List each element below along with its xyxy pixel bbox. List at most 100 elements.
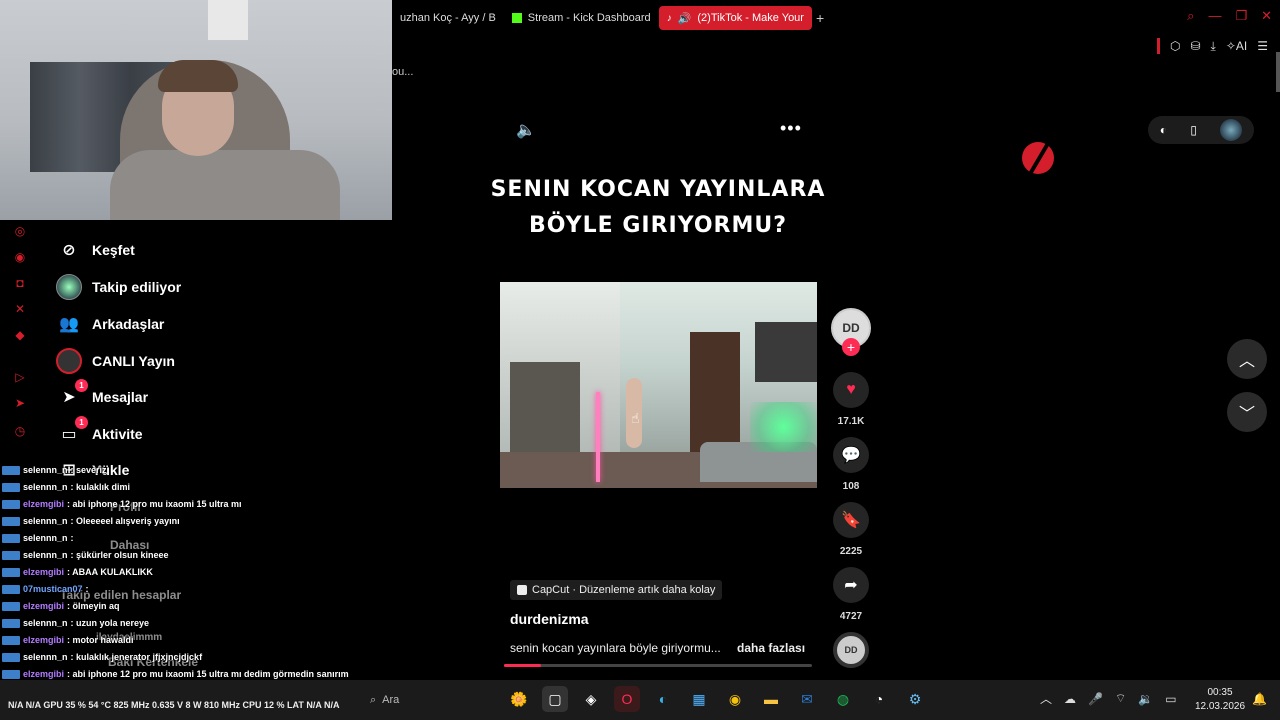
- maximize-icon[interactable]: ❐: [1235, 8, 1247, 24]
- chat-line: selennn_n: kulaklık dimi: [2, 479, 130, 495]
- new-tab-icon[interactable]: +: [816, 10, 824, 26]
- steam-icon[interactable]: ⚙: [902, 686, 928, 712]
- mobile-icon[interactable]: ▯: [1190, 123, 1197, 137]
- edge-icon[interactable]: ◐: [650, 686, 676, 712]
- messenger-icon[interactable]: ◎: [13, 224, 27, 238]
- chat-message: : ölmeyin aq: [67, 601, 120, 611]
- webcam-overlay: [0, 0, 392, 220]
- mail-icon[interactable]: ✉: [794, 686, 820, 712]
- chat-message: : uzun yola nereye: [70, 618, 150, 628]
- comment-button[interactable]: 💬: [833, 437, 869, 473]
- sidebar-item-friends[interactable]: 👥 Arkadaşlar: [56, 310, 164, 338]
- chat-message: : motor hawaldi: [67, 635, 134, 645]
- live-icon: [56, 348, 82, 374]
- chevron-up-tray-icon[interactable]: ︿: [1040, 690, 1052, 707]
- copilot-icon[interactable]: ◈: [578, 686, 604, 712]
- sidebar-item-following[interactable]: Takip ediliyor: [56, 273, 181, 301]
- video-scene-neon: [596, 392, 600, 482]
- x-icon[interactable]: ✕: [13, 302, 27, 316]
- chrome-icon[interactable]: ◉: [722, 686, 748, 712]
- previous-video-button[interactable]: ︿: [1227, 339, 1267, 379]
- toolbar-tools: ⬡ ⛁ ⤓ ✧AI ☰: [1156, 38, 1268, 54]
- taskbar-search[interactable]: ⌕ Ara: [370, 690, 399, 710]
- chat-line: elzemgibi: motor hawaldi: [2, 632, 134, 648]
- video-player[interactable]: [500, 282, 817, 488]
- chat-username: elzemgibi: [23, 499, 65, 509]
- send-rail-icon[interactable]: ➤: [13, 396, 27, 410]
- video-progress-bar[interactable]: [504, 664, 812, 667]
- address-text[interactable]: ou...: [392, 66, 413, 78]
- tiktok-logo-icon: [1022, 138, 1054, 176]
- chat-username: elzemgibi: [23, 601, 65, 611]
- chat-badge-icon: [2, 482, 20, 492]
- chat-username: elzemgibi: [23, 669, 65, 679]
- wifi-icon[interactable]: ⌔: [1115, 691, 1126, 706]
- wallet-icon[interactable]: ⛁: [1190, 39, 1200, 53]
- video-author[interactable]: durdenizma: [510, 611, 589, 627]
- task-view-icon[interactable]: ▢: [542, 686, 568, 712]
- webcam-shirt: [110, 150, 340, 220]
- caption-line-2: BÖYLE GIRIYORMU?: [529, 213, 787, 238]
- speaker-tray-icon[interactable]: 🔉: [1138, 692, 1153, 706]
- obs-icon[interactable]: ◔: [866, 686, 892, 712]
- notification-icon[interactable]: 🔔: [1252, 692, 1267, 706]
- microphone-icon[interactable]: 🎤: [1088, 692, 1103, 706]
- battery-icon[interactable]: ▭: [1165, 692, 1176, 706]
- share-button[interactable]: ➦: [833, 567, 869, 603]
- sidebar-item-messages[interactable]: ➤ 1 Mesajlar: [56, 379, 148, 411]
- profile-avatar[interactable]: [1220, 119, 1243, 141]
- caption-line-1: SENIN KOCAN YAYINLARA: [490, 177, 826, 202]
- sidebar-item-activity[interactable]: ▭ 1 Aktivite: [56, 416, 143, 448]
- volume-icon[interactable]: 🔈: [516, 120, 536, 140]
- capcut-tag[interactable]: CapCut · Düzenleme artık daha kolay: [510, 580, 723, 600]
- whatsapp-icon[interactable]: ◉: [13, 250, 27, 264]
- scrollbar[interactable]: [1276, 52, 1280, 92]
- widgets-icon[interactable]: 🌼: [506, 686, 532, 712]
- action-column: DD + ♥ 17.1K 💬 108 🔖 2225 ➦ 4727 DD: [826, 306, 876, 680]
- more-description-button[interactable]: daha fazlası: [737, 641, 805, 655]
- tab-1[interactable]: uzhan Koç - Ayy / B: [392, 6, 504, 30]
- bookmark-button[interactable]: 🔖: [833, 502, 869, 538]
- tab-2[interactable]: Stream - Kick Dashboard: [504, 6, 659, 30]
- left-rail: ◎ ◉ ◘ ✕ ◆ ▷ ➤ ◷: [0, 220, 40, 460]
- spotify-icon[interactable]: ◍: [830, 686, 856, 712]
- webcam-hair: [158, 60, 238, 92]
- next-video-button[interactable]: ﹀: [1227, 392, 1267, 432]
- cloud-icon[interactable]: ☁: [1064, 692, 1076, 706]
- chat-username: selennn_n: [23, 465, 68, 475]
- play-circle-icon[interactable]: ▷: [13, 370, 27, 384]
- instagram-icon[interactable]: ◘: [13, 276, 27, 290]
- chat-message: : abi iphone 12 pro mu ixaomi 15 ultra m…: [67, 669, 349, 679]
- menu-icon[interactable]: ☰: [1257, 39, 1268, 53]
- store-icon[interactable]: ▦: [686, 686, 712, 712]
- chat-username: elzemgibi: [23, 635, 65, 645]
- discord-icon[interactable]: ◆: [13, 328, 27, 342]
- download-icon[interactable]: ⤓: [1211, 39, 1216, 54]
- search-icon[interactable]: ⌕: [1187, 8, 1194, 24]
- tab-3[interactable]: ♪ 🔊 (2)TikTok - Make Your: [658, 6, 812, 30]
- following-avatar-icon: [56, 274, 82, 300]
- chat-username: selennn_n: [23, 516, 68, 526]
- follow-plus-icon[interactable]: +: [842, 338, 860, 356]
- clock[interactable]: 00:35 12.03.2026: [1190, 686, 1250, 714]
- mouse-cursor-icon: ☝: [631, 410, 640, 426]
- like-button[interactable]: ♥: [833, 372, 869, 408]
- music-disc[interactable]: DD: [833, 632, 869, 668]
- history-icon[interactable]: ◷: [13, 424, 27, 438]
- chat-message: : Oleeeeel alışveriş yayını: [70, 516, 180, 526]
- like-count: 17.1K: [837, 416, 865, 427]
- chat-line: elzemgibi: ölmeyin aq: [2, 598, 120, 614]
- sidebar-item-live[interactable]: CANLI Yayın: [56, 347, 175, 375]
- chat-username: selennn_n: [23, 482, 68, 492]
- chat-badge-icon: [2, 584, 20, 594]
- activity-icon: ▭ 1: [56, 416, 88, 447]
- extensions-icon[interactable]: ⬡: [1170, 39, 1180, 53]
- opera-icon[interactable]: O: [614, 686, 640, 712]
- sidebar-item-explore[interactable]: ⊘ Keşfet: [56, 236, 135, 264]
- minimize-icon[interactable]: —: [1208, 8, 1221, 24]
- explorer-icon[interactable]: ▬: [758, 686, 784, 712]
- more-options-icon[interactable]: •••: [780, 118, 802, 139]
- coin-icon[interactable]: ◐: [1160, 123, 1167, 137]
- ai-icon[interactable]: ✧AI: [1226, 39, 1247, 53]
- close-icon[interactable]: ✕: [1261, 8, 1272, 24]
